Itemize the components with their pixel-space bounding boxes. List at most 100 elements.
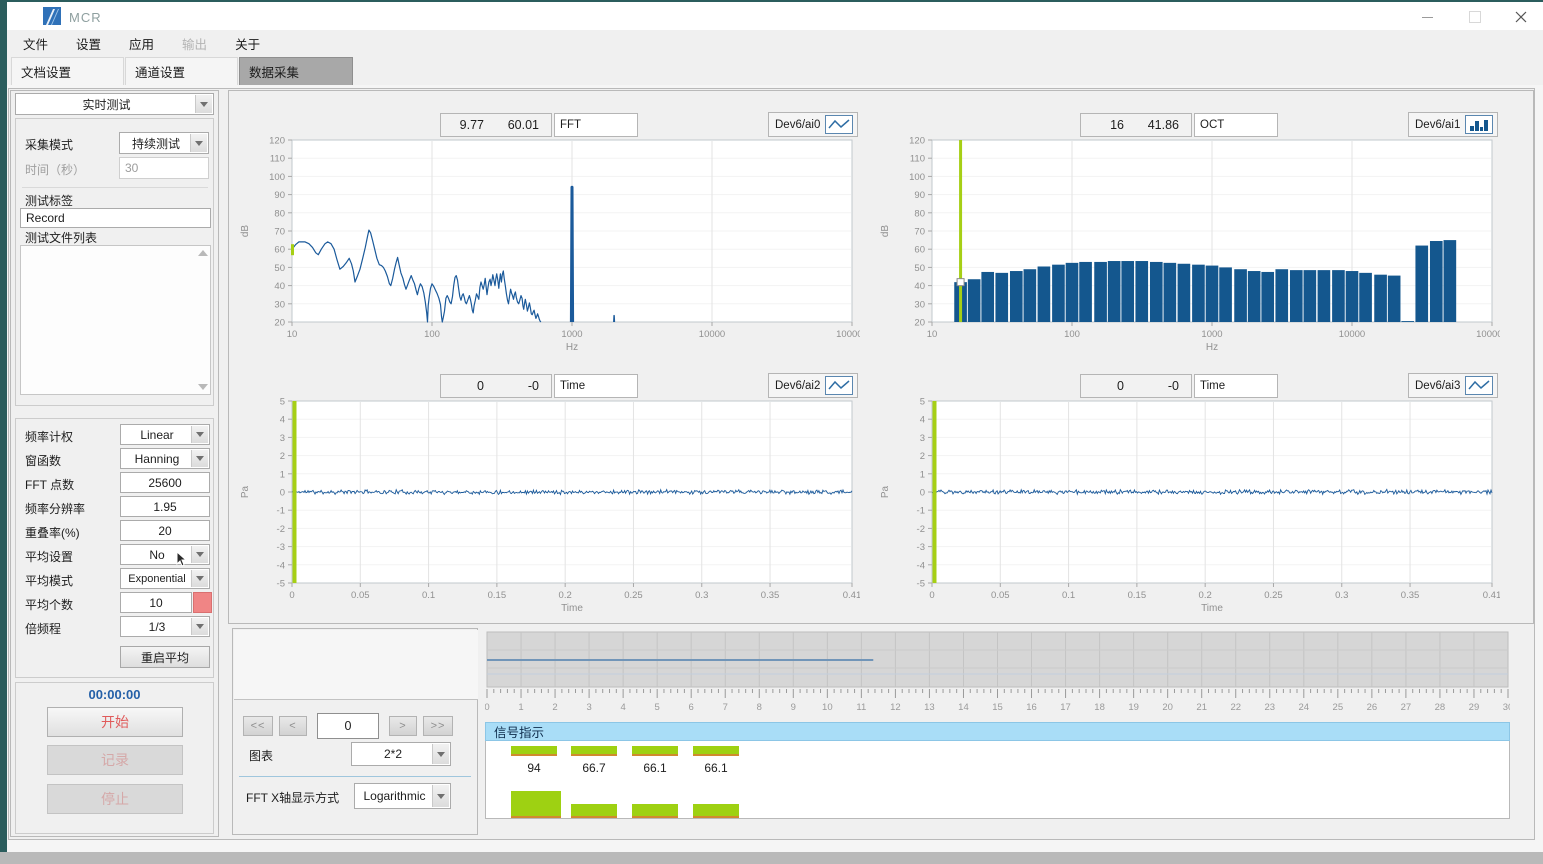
svg-text:10: 10 (822, 702, 833, 713)
fft-plot[interactable]: 2030405060708090100110120101001000100001… (232, 137, 860, 352)
svg-text:20: 20 (274, 318, 285, 329)
minimize-button[interactable] (1410, 4, 1444, 30)
fft-points-label: FFT 点数 (25, 476, 74, 493)
chart-type-box[interactable]: OCT (1194, 113, 1278, 137)
freq-resolution-input[interactable]: 1.95 (120, 496, 210, 517)
chevron-down-icon[interactable] (432, 785, 449, 807)
channel-selector[interactable]: Dev6/ai0 (768, 112, 858, 137)
tab-channel-settings[interactable]: 通道设置 (125, 57, 238, 85)
svg-text:30: 30 (1503, 702, 1510, 713)
cursor-x-value: 0 (441, 379, 496, 393)
svg-text:30: 30 (274, 299, 285, 310)
close-icon (1515, 11, 1527, 23)
svg-text:22: 22 (1230, 702, 1241, 713)
svg-text:5: 5 (655, 702, 660, 713)
chevron-down-icon[interactable] (195, 95, 212, 113)
nav-prev-button[interactable]: < (279, 716, 307, 736)
svg-text:0.3: 0.3 (695, 590, 708, 601)
maximize-button[interactable] (1458, 4, 1492, 30)
time2-plot[interactable]: -5-4-3-2-101234500.050.10.150.20.250.30.… (872, 398, 1500, 613)
window-func-value: Hanning (135, 452, 180, 466)
nav-next-button[interactable]: > (389, 716, 417, 736)
freq-weighting-select[interactable]: Linear (120, 424, 210, 445)
chart-grid-label: 图表 (249, 747, 273, 764)
scroll-up-icon[interactable] (198, 250, 208, 256)
restart-average-button[interactable]: 重启平均 (120, 646, 210, 668)
time-seconds-input[interactable]: 30 (119, 157, 209, 179)
tab-data-acquisition[interactable]: 数据采集 (239, 57, 353, 85)
avg-count-input[interactable]: 10 (120, 592, 192, 613)
svg-text:0.1: 0.1 (422, 590, 435, 601)
svg-text:0: 0 (920, 488, 925, 499)
svg-text:0.15: 0.15 (488, 590, 507, 601)
timeline-ruler[interactable]: 0123456789101112131415161718192021222324… (485, 630, 1510, 716)
svg-text:100: 100 (909, 172, 925, 183)
fft-points-input[interactable]: 25600 (120, 472, 210, 493)
svg-text:0: 0 (929, 590, 934, 601)
chart-grid-select[interactable]: 2*2 (351, 742, 451, 766)
svg-text:0.35: 0.35 (761, 590, 780, 601)
signal-meter-baseline (693, 754, 739, 756)
message-box (234, 630, 478, 700)
octave-select[interactable]: 1/3 (120, 616, 210, 637)
svg-text:0.2: 0.2 (559, 590, 572, 601)
start-button[interactable]: 开始 (47, 707, 183, 737)
chart-type-box[interactable]: FFT (554, 113, 638, 137)
menu-bar: 文件 设置 应用 输出 关于 (7, 30, 1543, 56)
chevron-down-icon[interactable] (191, 570, 208, 587)
chart-type-box[interactable]: Time (554, 374, 638, 398)
svg-text:-4: -4 (277, 560, 285, 571)
oct-plot[interactable]: 2030405060708090100110120101001000100001… (872, 137, 1500, 352)
menu-application[interactable]: 应用 (117, 30, 166, 57)
chart-type-box[interactable]: Time (1194, 374, 1278, 398)
time1-plot[interactable]: -5-4-3-2-101234500.050.10.150.20.250.30.… (232, 398, 860, 613)
nav-last-button[interactable]: >> (423, 716, 453, 736)
nav-first-button[interactable]: << (243, 716, 273, 736)
channel-selector[interactable]: Dev6/ai2 (768, 373, 858, 398)
svg-text:0.25: 0.25 (1264, 590, 1283, 601)
test-tag-input[interactable]: Record (20, 208, 211, 228)
menu-about[interactable]: 关于 (223, 30, 272, 57)
svg-text:17: 17 (1060, 702, 1071, 713)
chart-cell-time2: 0-0 Time Dev6/ai3 -5-4-3-2-101234500.050… (872, 356, 1527, 616)
signal-indicator-title: 信号指示 (494, 722, 544, 741)
octave-label: 倍频程 (25, 620, 61, 637)
cursor-readout-time2: 0-0 (1080, 374, 1192, 398)
close-button[interactable] (1504, 4, 1538, 30)
tab-document-settings[interactable]: 文档设置 (11, 57, 124, 85)
svg-text:27: 27 (1401, 702, 1412, 713)
channel-selector[interactable]: Dev6/ai1 (1408, 112, 1498, 137)
svg-text:8: 8 (757, 702, 762, 713)
nav-index-field[interactable]: 0 (317, 713, 379, 739)
svg-text:11: 11 (856, 702, 866, 713)
menu-settings[interactable]: 设置 (64, 30, 113, 57)
svg-text:110: 110 (910, 154, 925, 165)
overlap-label: 重叠率(%) (25, 524, 80, 541)
chevron-down-icon[interactable] (191, 450, 208, 467)
svg-text:80: 80 (274, 208, 285, 219)
test-file-listbox[interactable] (20, 245, 211, 395)
chevron-down-icon[interactable] (191, 426, 208, 443)
chevron-down-icon[interactable] (432, 744, 449, 764)
chevron-down-icon[interactable] (191, 618, 208, 635)
svg-text:0: 0 (280, 488, 285, 499)
svg-text:-2: -2 (917, 524, 925, 535)
avg-setting-select[interactable]: No (120, 544, 210, 565)
signal-meter-baseline (571, 754, 617, 756)
chevron-down-icon[interactable] (191, 546, 208, 563)
chevron-down-icon[interactable] (190, 134, 207, 152)
acq-mode-select[interactable]: 持续测试 (119, 132, 209, 154)
window-func-select[interactable]: Hanning (120, 448, 210, 469)
menu-file[interactable]: 文件 (11, 30, 60, 57)
test-mode-select[interactable]: 实时测试 (15, 93, 214, 115)
cursor-y-value: -0 (496, 379, 551, 393)
signal-meter-baseline (511, 816, 561, 818)
fft-xaxis-select[interactable]: Logarithmic (354, 783, 451, 809)
scroll-down-icon[interactable] (198, 384, 208, 390)
channel-selector[interactable]: Dev6/ai3 (1408, 373, 1498, 398)
avg-mode-select[interactable]: Exponential (120, 568, 210, 589)
test-tag-label: 测试标签 (25, 192, 73, 209)
svg-text:10: 10 (927, 329, 938, 340)
svg-text:0.2: 0.2 (1199, 590, 1212, 601)
overlap-input[interactable]: 20 (120, 520, 210, 541)
